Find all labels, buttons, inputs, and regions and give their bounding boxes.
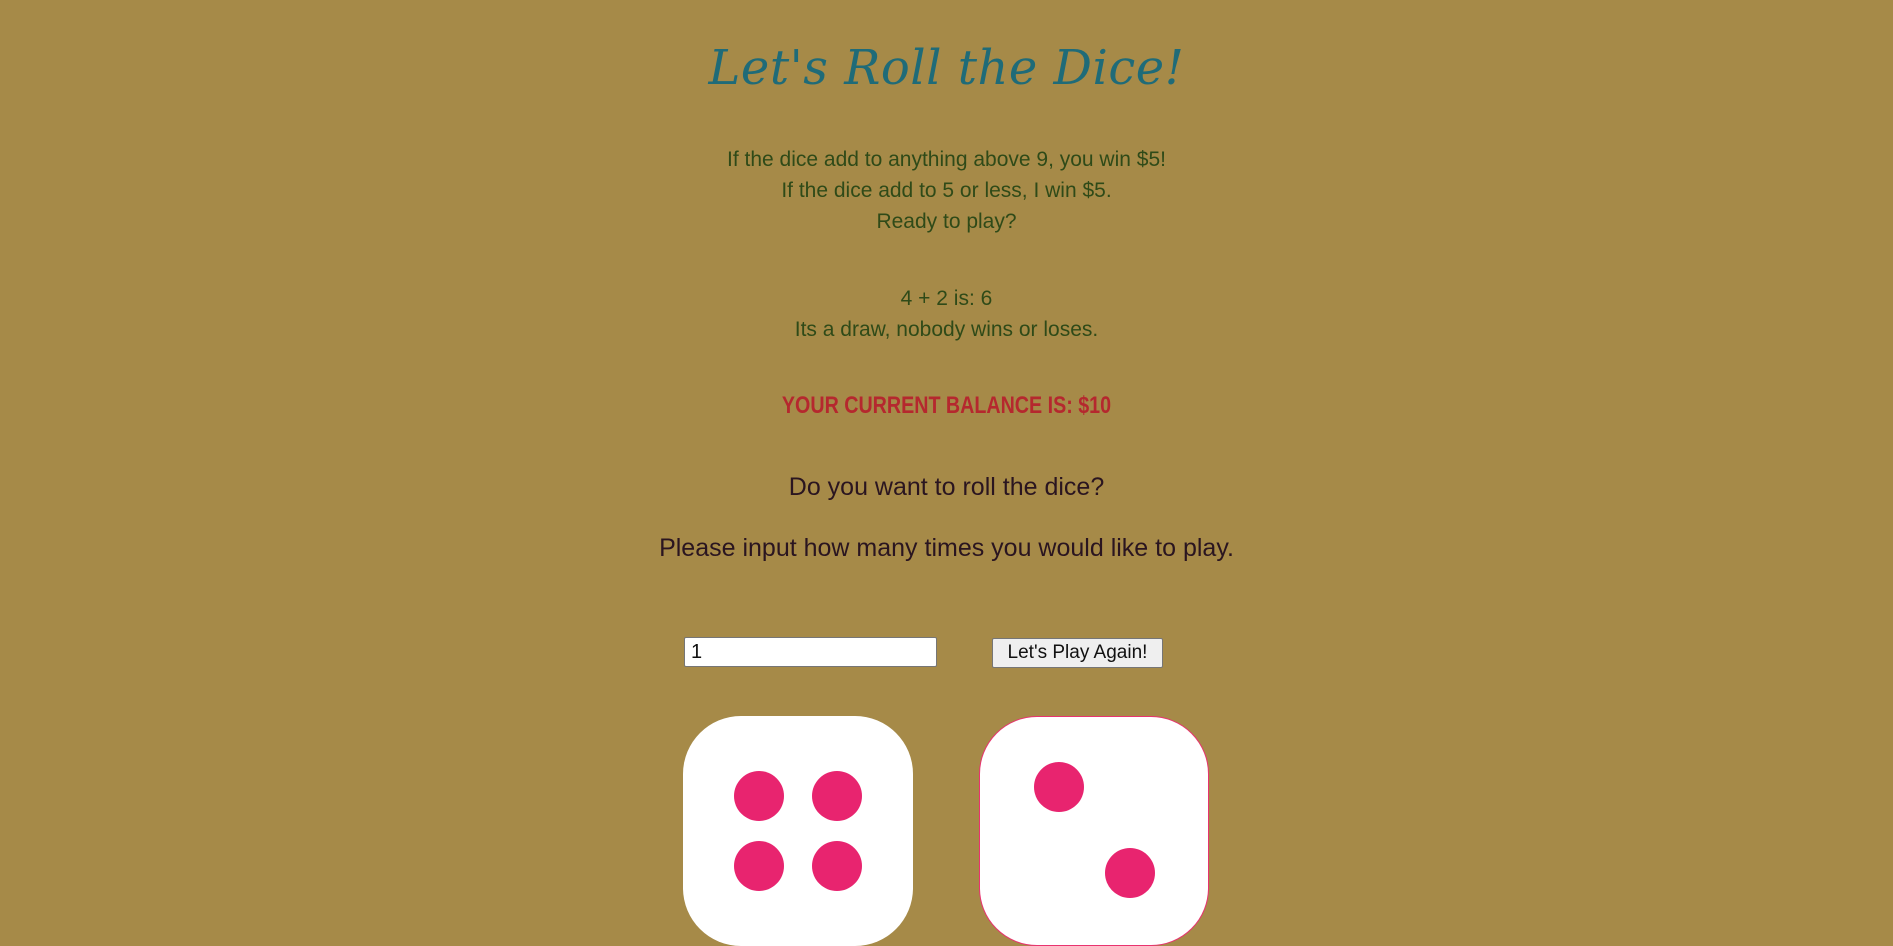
dice-game-page: Let's Roll the Dice! If the dice add to … — [0, 0, 1893, 946]
page-title: Let's Roll the Dice! — [708, 40, 1185, 96]
game-rules: If the dice add to anything above 9, you… — [0, 144, 1893, 237]
die-pip — [734, 841, 784, 891]
balance-text: Your current balance is: $10 — [781, 392, 1112, 419]
die-pip — [734, 771, 784, 821]
play-count-input[interactable] — [684, 637, 937, 667]
play-again-button[interactable]: Let's Play Again! — [992, 638, 1163, 668]
rule-line-lose: If the dice add to 5 or less, I win $5. — [781, 179, 1112, 202]
die-pip — [1105, 848, 1155, 898]
roll-sum-text: 4 + 2 is: 6 — [900, 287, 993, 310]
die-pip — [1034, 762, 1084, 812]
roll-result: 4 + 2 is: 6 Its a draw, nobody wins or l… — [0, 283, 1893, 345]
roll-outcome-text: Its a draw, nobody wins or loses. — [794, 318, 1099, 341]
play-count-prompt: Please input how many times you would li… — [659, 534, 1234, 562]
die-pip — [812, 841, 862, 891]
die-pip — [812, 771, 862, 821]
rule-line-ready: Ready to play? — [876, 210, 1017, 233]
die-right — [979, 716, 1209, 946]
rule-line-win: If the dice add to anything above 9, you… — [727, 148, 1166, 171]
die-left — [683, 716, 913, 946]
roll-question: Do you want to roll the dice? — [788, 473, 1105, 501]
